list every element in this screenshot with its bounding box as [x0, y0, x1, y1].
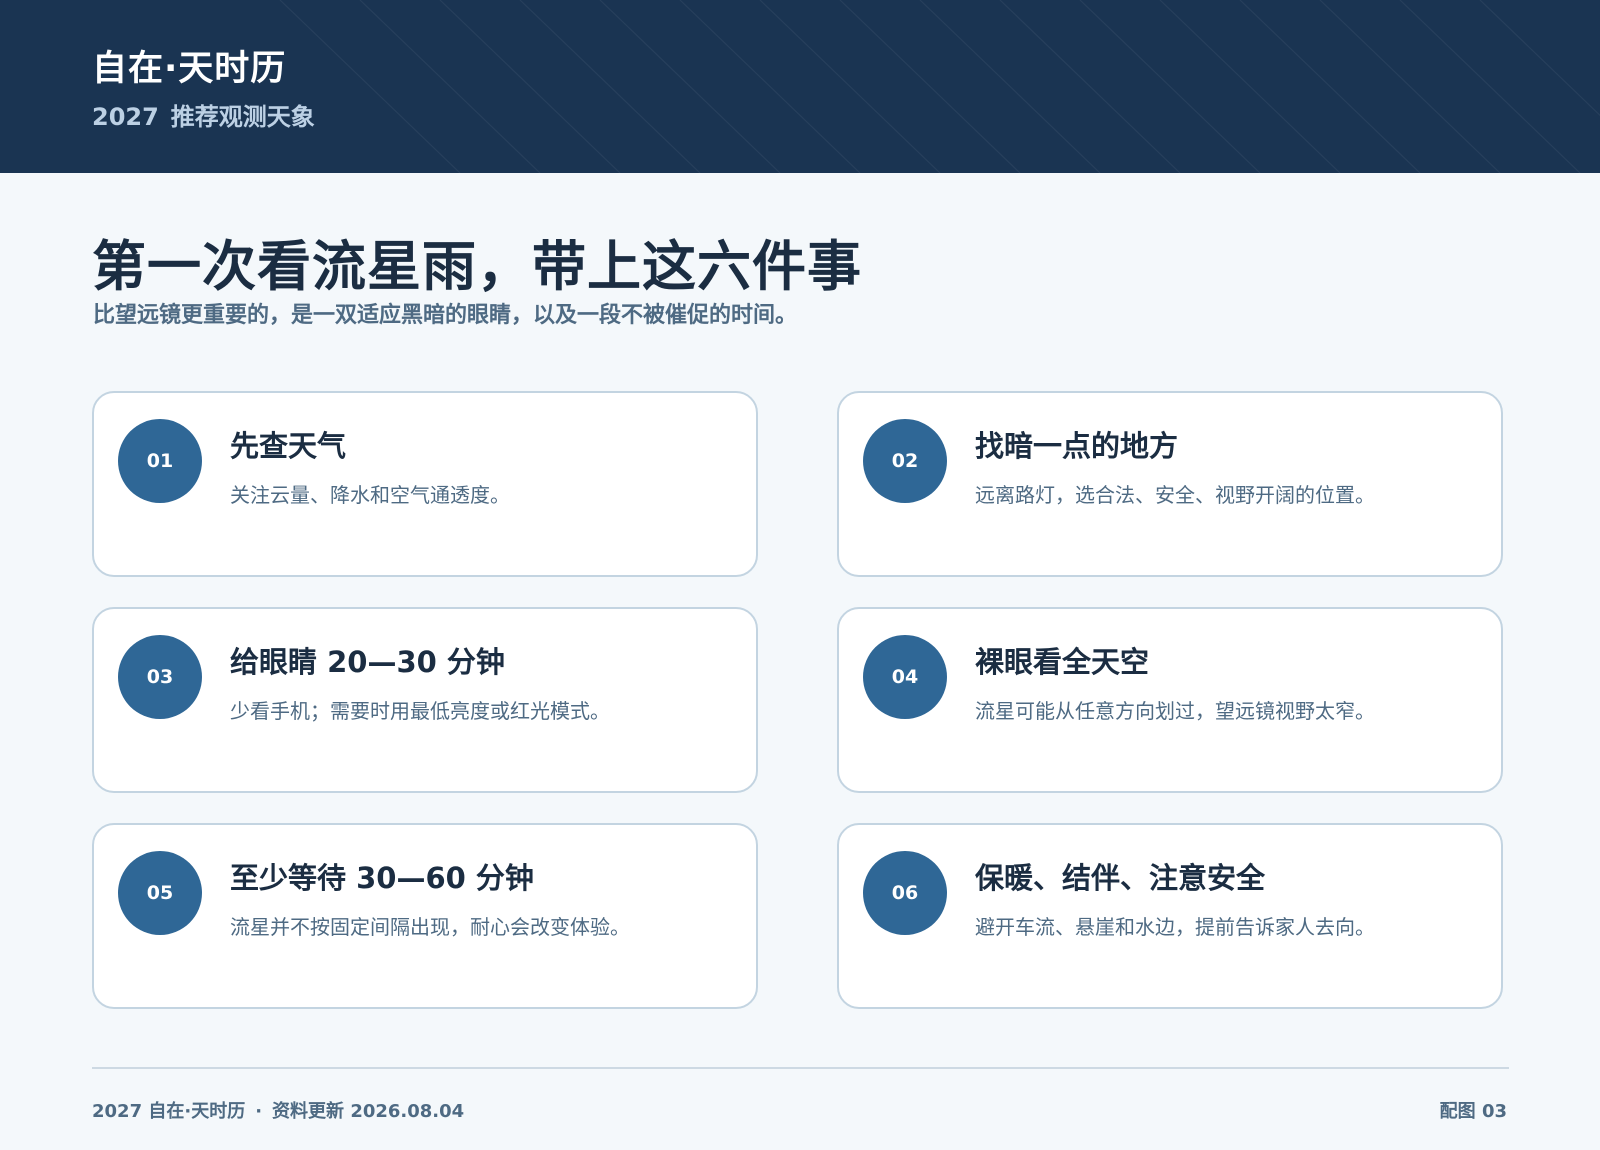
tip-description: 少看手机；需要时用最低亮度或红光模式。 [230, 699, 610, 723]
tip-title: 给眼睛 20—30 分钟 [230, 645, 505, 679]
tip-description: 避开车流、悬崖和水边，提前告诉家人去向。 [975, 915, 1375, 939]
page-title: 第一次看流星雨，带上这六件事 [92, 235, 862, 298]
tip-title: 至少等待 30—60 分钟 [230, 861, 534, 895]
tip-card: 04 裸眼看全天空 流星可能从任意方向划过，望远镜视野太窄。 [837, 607, 1503, 793]
tip-number-badge: 02 [863, 419, 947, 503]
tip-number-badge: 05 [118, 851, 202, 935]
tip-number-badge: 01 [118, 419, 202, 503]
footer-credits: 2027 自在·天时历 · 资料更新 2026.08.04 [92, 1097, 464, 1123]
tip-title: 找暗一点的地方 [975, 429, 1179, 463]
tip-card: 05 至少等待 30—60 分钟 流星并不按固定间隔出现，耐心会改变体验。 [92, 823, 758, 1009]
footer-update-date: 资料更新 2026.08.04 [272, 1101, 465, 1122]
tip-title: 保暖、结伴、注意安全 [975, 861, 1266, 895]
tip-title: 裸眼看全天空 [975, 645, 1150, 679]
footer-divider [92, 1067, 1509, 1069]
tip-card: 02 找暗一点的地方 远离路灯，选合法、安全、视野开阔的位置。 [837, 391, 1503, 577]
brand-subtitle-text: 推荐观测天象 [170, 103, 315, 131]
brand-subtitle: 2027 推荐观测天象 [92, 97, 315, 132]
footer-separator: · [255, 1101, 263, 1122]
brand-year: 2027 [92, 103, 159, 131]
figure-label: 配图 03 [1439, 1101, 1507, 1122]
header-banner: 自在·天时历 2027 推荐观测天象 [0, 0, 1600, 173]
tip-description: 流星并不按固定间隔出现，耐心会改变体验。 [230, 915, 630, 939]
tip-title: 先查天气 [230, 429, 347, 463]
tip-number-badge: 06 [863, 851, 947, 935]
tip-number-badge: 03 [118, 635, 202, 719]
brand-title: 自在·天时历 [92, 49, 287, 89]
tip-card: 06 保暖、结伴、注意安全 避开车流、悬崖和水边，提前告诉家人去向。 [837, 823, 1503, 1009]
tip-description: 远离路灯，选合法、安全、视野开阔的位置。 [975, 483, 1375, 507]
tip-description: 流星可能从任意方向划过，望远镜视野太窄。 [975, 699, 1375, 723]
footer-brand: 2027 自在·天时历 [92, 1101, 246, 1122]
tip-description: 关注云量、降水和空气通透度。 [230, 483, 510, 507]
tip-card: 01 先查天气 关注云量、降水和空气通透度。 [92, 391, 758, 577]
tip-card: 03 给眼睛 20—30 分钟 少看手机；需要时用最低亮度或红光模式。 [92, 607, 758, 793]
tip-number-badge: 04 [863, 635, 947, 719]
page-subtitle: 比望远镜更重要的，是一双适应黑暗的眼睛，以及一段不被催促的时间。 [93, 303, 798, 328]
